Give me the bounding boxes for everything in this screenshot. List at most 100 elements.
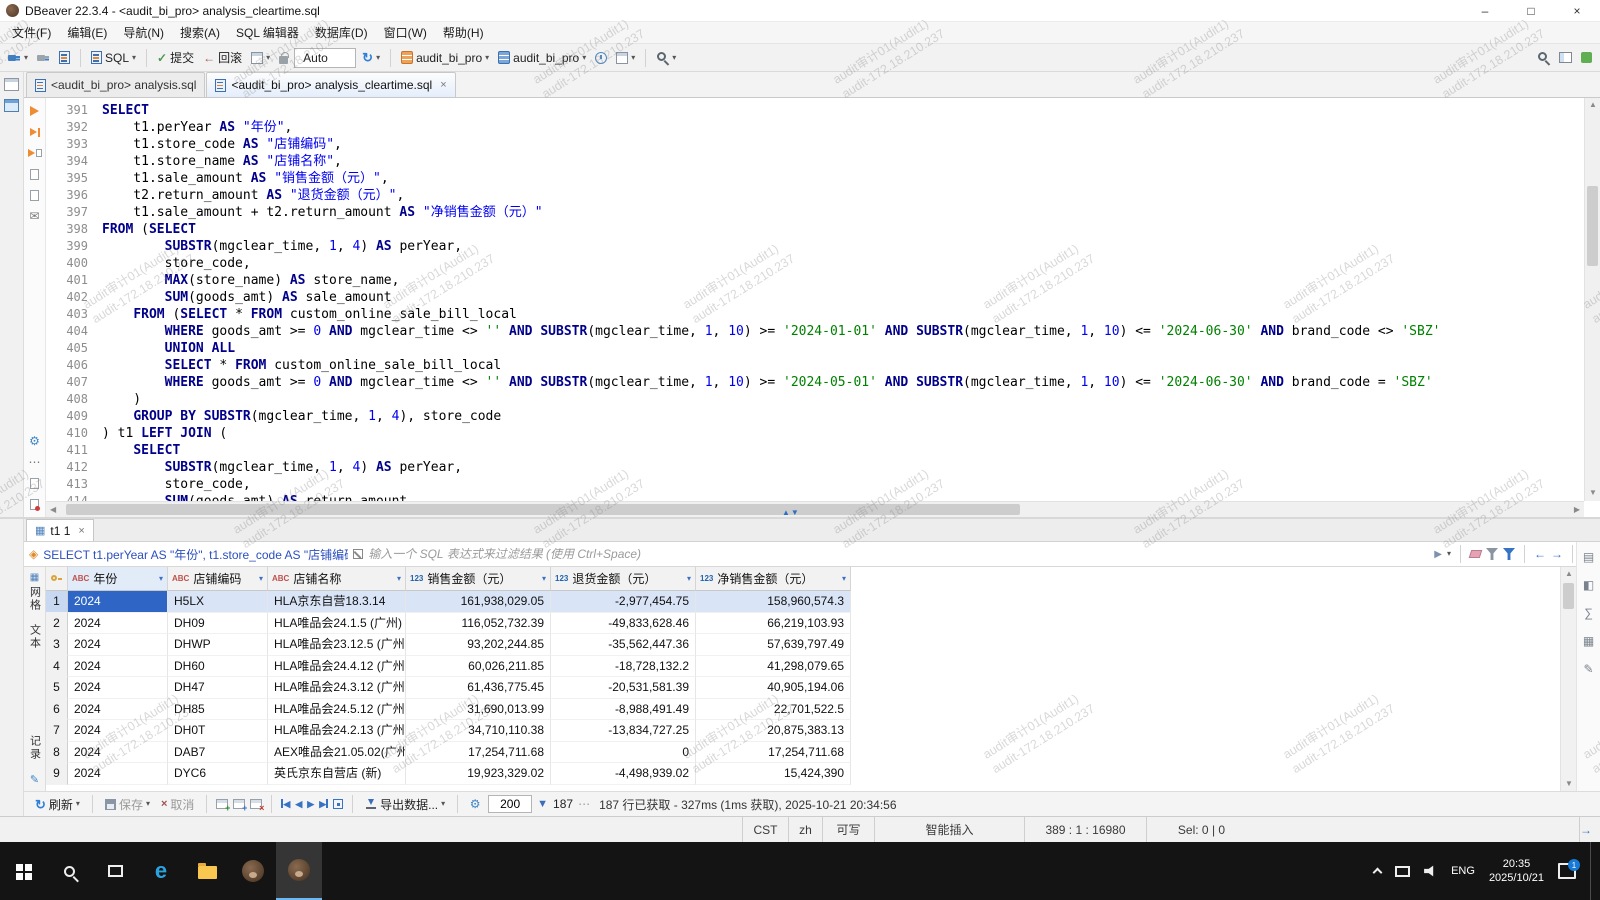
row-number-cell[interactable]: 6 xyxy=(46,699,68,721)
menu-item[interactable]: 帮助(H) xyxy=(435,22,492,43)
table-cell[interactable]: DHWP xyxy=(168,634,268,656)
error-log-icon[interactable] xyxy=(27,497,43,511)
table-row[interactable]: 52024DH47HLA唯品会24.3.12 (广州)61,436,775.45… xyxy=(46,677,1560,699)
explain-plan-icon[interactable] xyxy=(27,167,43,181)
column-header[interactable]: 123销售金额（元）▾ xyxy=(406,567,551,591)
close-results-icon[interactable]: × xyxy=(78,525,84,537)
result-settings-gear-icon[interactable]: ⚙ xyxy=(467,797,483,811)
results-vertical-scrollbar[interactable]: ▲ ▼ xyxy=(1560,567,1576,791)
start-button[interactable] xyxy=(0,842,46,900)
column-header[interactable]: ABC店铺名称▾ xyxy=(268,567,406,591)
show-desktop-button[interactable] xyxy=(1590,842,1596,900)
table-cell[interactable]: HLA唯品会24.1.5 (广州) xyxy=(268,613,406,635)
table-cell[interactable]: 2024 xyxy=(68,699,168,721)
delete-row-icon[interactable] xyxy=(250,799,262,809)
dropdown-icon[interactable]: ▾ xyxy=(132,54,136,62)
table-cell[interactable]: HLA京东自营18.3.14 xyxy=(268,591,406,613)
table-cell[interactable]: 2024 xyxy=(68,720,168,742)
quick-search-button[interactable] xyxy=(1534,49,1553,66)
network-icon[interactable] xyxy=(1395,866,1410,877)
dropdown-icon[interactable]: ▾ xyxy=(441,800,445,808)
disconnect-button[interactable] xyxy=(34,50,53,65)
custom-filter-icon[interactable]: ◈ xyxy=(29,547,38,561)
save-button[interactable]: 保存▾ xyxy=(102,794,153,815)
table-cell[interactable]: 15,424,390 xyxy=(696,763,851,785)
load-plan-icon[interactable] xyxy=(27,188,43,202)
transaction-mode-combo[interactable]: Auto xyxy=(294,48,356,68)
table-row[interactable]: 12024H5LXHLA京东自营18.3.14161,938,029.05-2,… xyxy=(46,591,1560,613)
more-actions-icon[interactable]: ⋯ xyxy=(27,455,43,469)
table-cell[interactable]: 41,298,079.65 xyxy=(696,656,851,678)
metadata-panel-icon[interactable]: ◧ xyxy=(1583,578,1594,592)
row-number-cell[interactable]: 4 xyxy=(46,656,68,678)
speaker-icon[interactable] xyxy=(1424,865,1437,877)
transaction-log-button[interactable]: ▾ xyxy=(248,50,273,66)
duplicate-row-icon[interactable] xyxy=(233,799,245,809)
table-cell[interactable]: 31,690,013.99 xyxy=(406,699,551,721)
table-cell[interactable]: 93,202,244.85 xyxy=(406,634,551,656)
execute-statement-icon[interactable] xyxy=(27,104,43,118)
database-selector[interactable]: audit_bi_pro▾ xyxy=(398,49,492,67)
more-icon[interactable]: ⋯ xyxy=(578,797,590,811)
schema-selector[interactable]: audit_bi_pro▾ xyxy=(495,49,589,67)
refresh-mode-button[interactable]: ↻▾ xyxy=(359,49,383,66)
scrollbar-thumb[interactable] xyxy=(1587,186,1598,266)
value-panel-icon[interactable]: ▤ xyxy=(1583,550,1594,564)
aggregate-panel-icon[interactable]: ∑ xyxy=(1584,606,1593,620)
table-cell[interactable]: 17,254,711.68 xyxy=(406,742,551,764)
scroll-right-icon[interactable]: ▶ xyxy=(1574,505,1580,514)
dropdown-icon[interactable]: ▾ xyxy=(76,800,80,808)
mail-export-icon[interactable]: ✉ xyxy=(27,209,43,223)
edge-button[interactable]: e xyxy=(138,842,184,900)
rollback-button[interactable]: ←回滚 xyxy=(200,47,245,68)
cancel-button[interactable]: ×取消 xyxy=(158,794,197,815)
refresh-button[interactable]: ↻刷新▾ xyxy=(32,794,83,815)
chevron-up-icon[interactable] xyxy=(1373,868,1383,878)
menu-item[interactable]: 数据库(D) xyxy=(307,22,376,43)
column-header[interactable]: ABC店铺编码▾ xyxy=(168,567,268,591)
table-cell[interactable]: DYC6 xyxy=(168,763,268,785)
execute-script-icon[interactable] xyxy=(27,125,43,139)
dbeaver-pinned-button[interactable] xyxy=(230,842,276,900)
table-cell[interactable]: 61,436,775.45 xyxy=(406,677,551,699)
dbeaver-active-button[interactable] xyxy=(276,842,322,900)
execute-new-tab-icon[interactable] xyxy=(27,146,43,160)
table-cell[interactable]: DAB7 xyxy=(168,742,268,764)
scroll-down-icon[interactable]: ▼ xyxy=(1589,488,1597,497)
action-center-button[interactable]: 1 xyxy=(1558,863,1576,879)
scroll-up-icon[interactable]: ▲ xyxy=(1565,569,1573,578)
new-sql-editor-button[interactable] xyxy=(56,49,73,66)
focus-row-icon[interactable] xyxy=(333,799,343,809)
sql-code-editor[interactable]: 391SELECT392 t1.perYear AS "年份",393 t1.s… xyxy=(46,98,1584,501)
apply-filter-icon[interactable]: ▶ xyxy=(1434,549,1442,560)
table-cell[interactable]: 英氏京东自营店 (新) xyxy=(268,763,406,785)
table-cell[interactable]: 158,960,574.3 xyxy=(696,591,851,613)
table-row[interactable]: 92024DYC6英氏京东自营店 (新)19,923,329.02-4,498,… xyxy=(46,763,1560,785)
history-forward-icon[interactable]: → xyxy=(1551,547,1563,561)
dropdown-icon[interactable]: ▾ xyxy=(631,54,635,62)
data-search-button[interactable]: ▾ xyxy=(653,49,679,66)
table-cell[interactable]: DH85 xyxy=(168,699,268,721)
table-cell[interactable]: HLA唯品会24.5.12 (广州) xyxy=(268,699,406,721)
output-log-icon[interactable] xyxy=(27,476,43,490)
fetch-size-input[interactable] xyxy=(488,795,532,813)
table-cell[interactable]: 2024 xyxy=(68,763,168,785)
tab-text-view[interactable]: 文本 xyxy=(27,624,43,650)
scroll-up-icon[interactable]: ▲ xyxy=(1589,100,1597,109)
column-header[interactable]: 123退货金额（元）▾ xyxy=(551,567,696,591)
close-button[interactable]: × xyxy=(1554,0,1600,21)
status-panel-icon[interactable]: → xyxy=(1579,817,1600,842)
table-cell[interactable]: 34,710,110.38 xyxy=(406,720,551,742)
table-cell[interactable]: 66,219,103.93 xyxy=(696,613,851,635)
table-row[interactable]: 22024DH09HLA唯品会24.1.5 (广州)116,052,732.39… xyxy=(46,613,1560,635)
table-cell[interactable]: 17,254,711.68 xyxy=(696,742,851,764)
next-row-icon[interactable]: ▶ xyxy=(307,799,314,810)
row-number-cell[interactable]: 5 xyxy=(46,677,68,699)
previous-row-icon[interactable]: ◀ xyxy=(295,799,302,810)
tab-grid-view[interactable]: ▦ 网格 xyxy=(27,572,43,612)
table-cell[interactable]: 2024 xyxy=(68,591,168,613)
file-explorer-button[interactable] xyxy=(184,842,230,900)
row-number-cell[interactable]: 2 xyxy=(46,613,68,635)
table-row[interactable]: 82024DAB7AEX唯品会21.05.02(广州)17,254,711.68… xyxy=(46,742,1560,764)
table-cell[interactable]: -35,562,447.36 xyxy=(551,634,696,656)
